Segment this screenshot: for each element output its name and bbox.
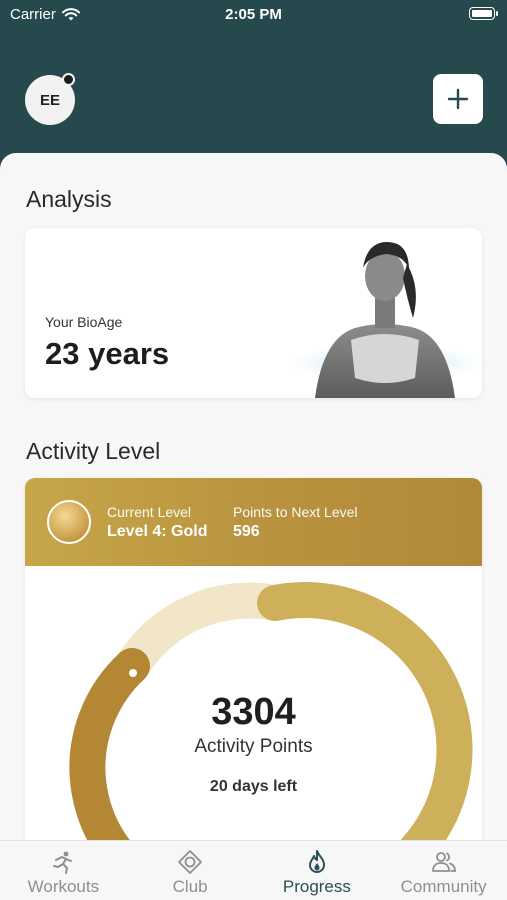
analysis-title: Analysis	[26, 186, 112, 212]
next-level-value: 596	[233, 523, 260, 540]
activity-points-value: 3304	[211, 691, 296, 733]
activity-level-title: Activity Level	[26, 438, 161, 464]
people-icon	[431, 852, 456, 872]
runner-icon	[53, 851, 73, 874]
bioage-card[interactable]: Your BioAge 23 years	[25, 228, 482, 398]
level-banner: Current Level Level 4: Gold Points to Ne…	[25, 478, 482, 566]
plus-icon	[447, 88, 469, 110]
ring-track	[114, 582, 293, 684]
activity-points-label: Activity Points	[194, 736, 313, 757]
points-to-next-level: Points to Next Level 596	[233, 504, 358, 541]
bioage-label: Your BioAge	[45, 314, 123, 330]
bioage-value: 23 years	[45, 336, 170, 371]
tab-workouts-label: Workouts	[27, 877, 100, 896]
next-level-label: Points to Next Level	[233, 504, 358, 520]
days-left-label: 20 days left	[209, 778, 298, 795]
flame-icon	[308, 850, 325, 873]
tab-club-label: Club	[172, 877, 208, 896]
add-button[interactable]	[433, 74, 483, 124]
tab-progress[interactable]: Progress	[254, 841, 381, 900]
athlete-figure-image	[287, 242, 482, 398]
tab-workouts[interactable]: Workouts	[0, 841, 127, 900]
club-icon	[178, 850, 203, 874]
battery-icon	[469, 7, 498, 20]
tab-bar: Workouts Club Progress Community	[0, 840, 507, 900]
tab-community[interactable]: Community	[380, 841, 507, 900]
tab-progress-label: Progress	[282, 877, 351, 896]
current-level: Current Level Level 4: Gold	[107, 504, 207, 541]
status-bar: Carrier 2:05 PM	[0, 0, 507, 30]
status-time: 2:05 PM	[225, 6, 282, 23]
current-level-value: Level 4: Gold	[107, 523, 208, 540]
tab-club[interactable]: Club	[127, 841, 254, 900]
gold-medal-icon	[47, 500, 91, 544]
activity-level-card[interactable]: Current Level Level 4: Gold Points to Ne…	[25, 478, 482, 858]
ring-marker	[129, 669, 137, 677]
tab-community-label: Community	[400, 877, 487, 896]
notification-dot	[62, 73, 75, 86]
current-level-label: Current Level	[107, 504, 192, 520]
